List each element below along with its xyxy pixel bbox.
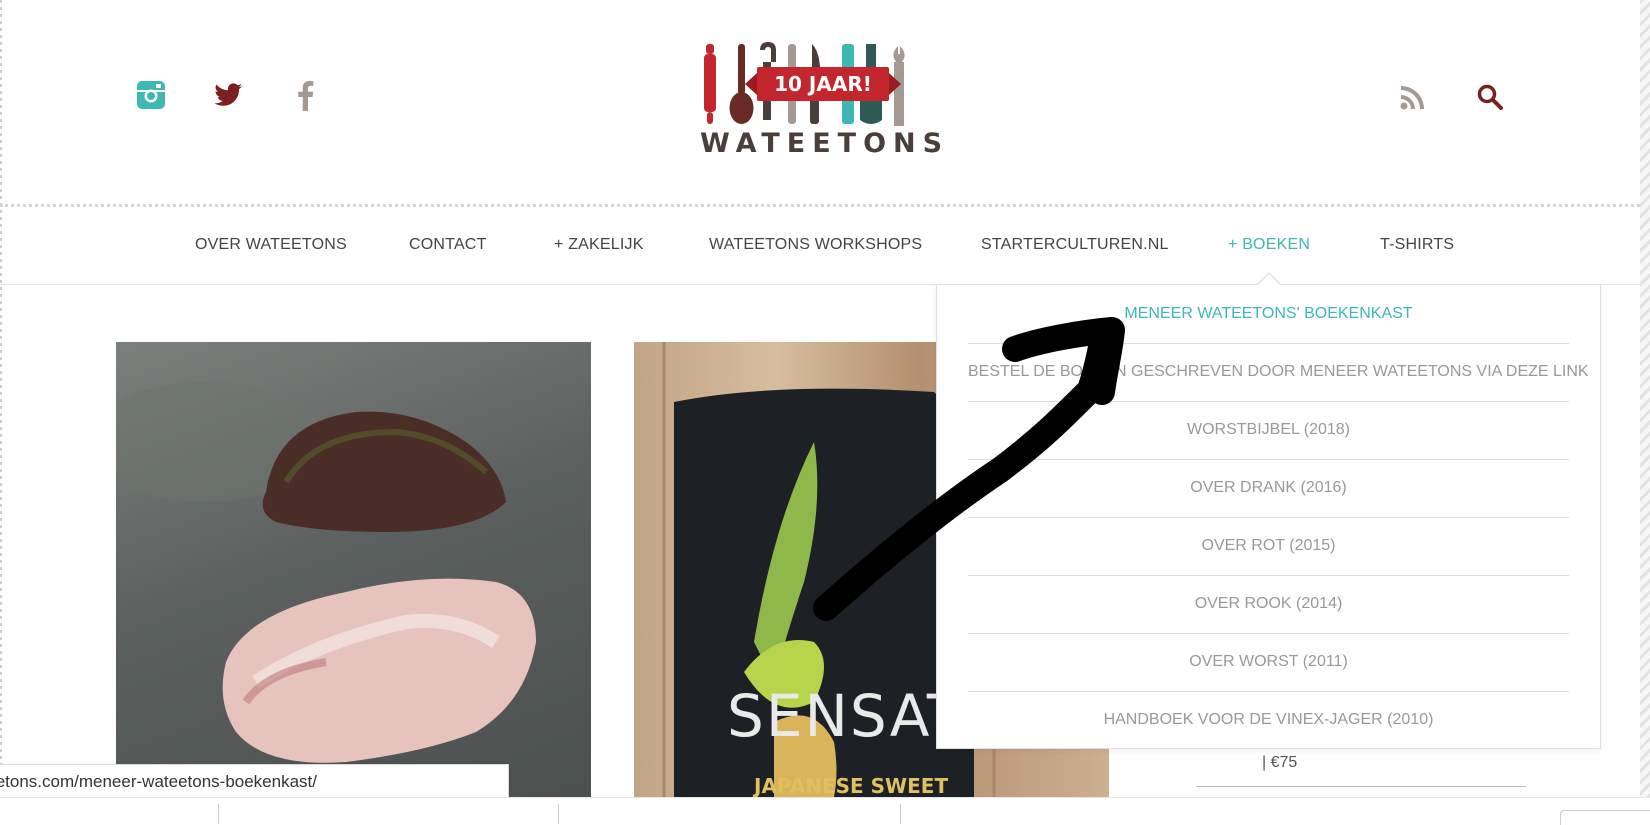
status-url-text: https://wateetons.com/meneer-wateetons-b… (0, 772, 317, 791)
dropdown-item-boekenkast[interactable]: MENEER WATEETONS' BOEKENKAST (968, 285, 1569, 344)
rss-icon[interactable] (1400, 84, 1426, 110)
taskbar (0, 797, 1650, 825)
dropdown-item-over-drank[interactable]: OVER DRANK (2016) (968, 459, 1569, 518)
post-image-meat[interactable] (116, 342, 591, 824)
taskbar-separator (218, 804, 219, 824)
nav-item-starterculturen[interactable]: STARTERCULTUREN.NL (981, 236, 1169, 254)
sidebar-price: | €75 (1262, 754, 1298, 771)
dropdown-item-over-worst[interactable]: OVER WORST (2011) (968, 633, 1569, 692)
nav-item-contact[interactable]: CONTACT (409, 236, 487, 254)
taskbar-separator (900, 804, 901, 824)
boeken-dropdown: MENEER WATEETONS' BOEKENKAST BESTEL DE B… (936, 284, 1601, 749)
dropdown-item-over-rook[interactable]: OVER ROOK (2014) (968, 575, 1569, 634)
dropdown-caret-inner (1258, 274, 1280, 285)
nav-item-boeken[interactable]: + BOEKEN (1228, 236, 1310, 254)
nav-item-workshops[interactable]: WATEETONS WORKSHOPS (709, 236, 922, 254)
search-icon[interactable] (1477, 84, 1503, 110)
taskbar-button[interactable] (1560, 810, 1650, 825)
dropdown-item-bestel[interactable]: BESTEL DE BOEKEN GESCHREVEN DOOR MENEER … (968, 343, 1589, 402)
header-divider (0, 204, 1640, 207)
taskbar-separator (558, 804, 559, 824)
logo-title: WATEETONS (700, 128, 950, 159)
nav-item-t-shirts[interactable]: T-SHIRTS (1380, 236, 1454, 254)
dropdown-item-over-rot[interactable]: OVER ROT (2015) (968, 517, 1569, 576)
dropdown-item-worstbijbel[interactable]: WORSTBIJBEL (2018) (968, 401, 1569, 460)
sidebar-divider (1196, 786, 1526, 787)
status-bar-url: https://wateetons.com/meneer-wateetons-b… (0, 764, 509, 800)
page-edge-pattern (1640, 0, 1650, 824)
anniversary-banner: 10 JAAR! (745, 67, 901, 101)
twitter-icon[interactable] (213, 83, 243, 109)
chips-flavor-text: JAPANESE SWEET (754, 774, 949, 798)
nav-item-over-wateetons[interactable]: OVER WATEETONS (195, 236, 347, 254)
page-left-border (0, 0, 2, 824)
nav-item-zakelijk[interactable]: + ZAKELIJK (554, 236, 644, 254)
dropdown-item-vinex-jager[interactable]: HANDBOEK VOOR DE VINEX-JAGER (2010) (968, 691, 1569, 749)
instagram-icon[interactable] (137, 81, 165, 109)
facebook-icon[interactable] (296, 81, 314, 111)
